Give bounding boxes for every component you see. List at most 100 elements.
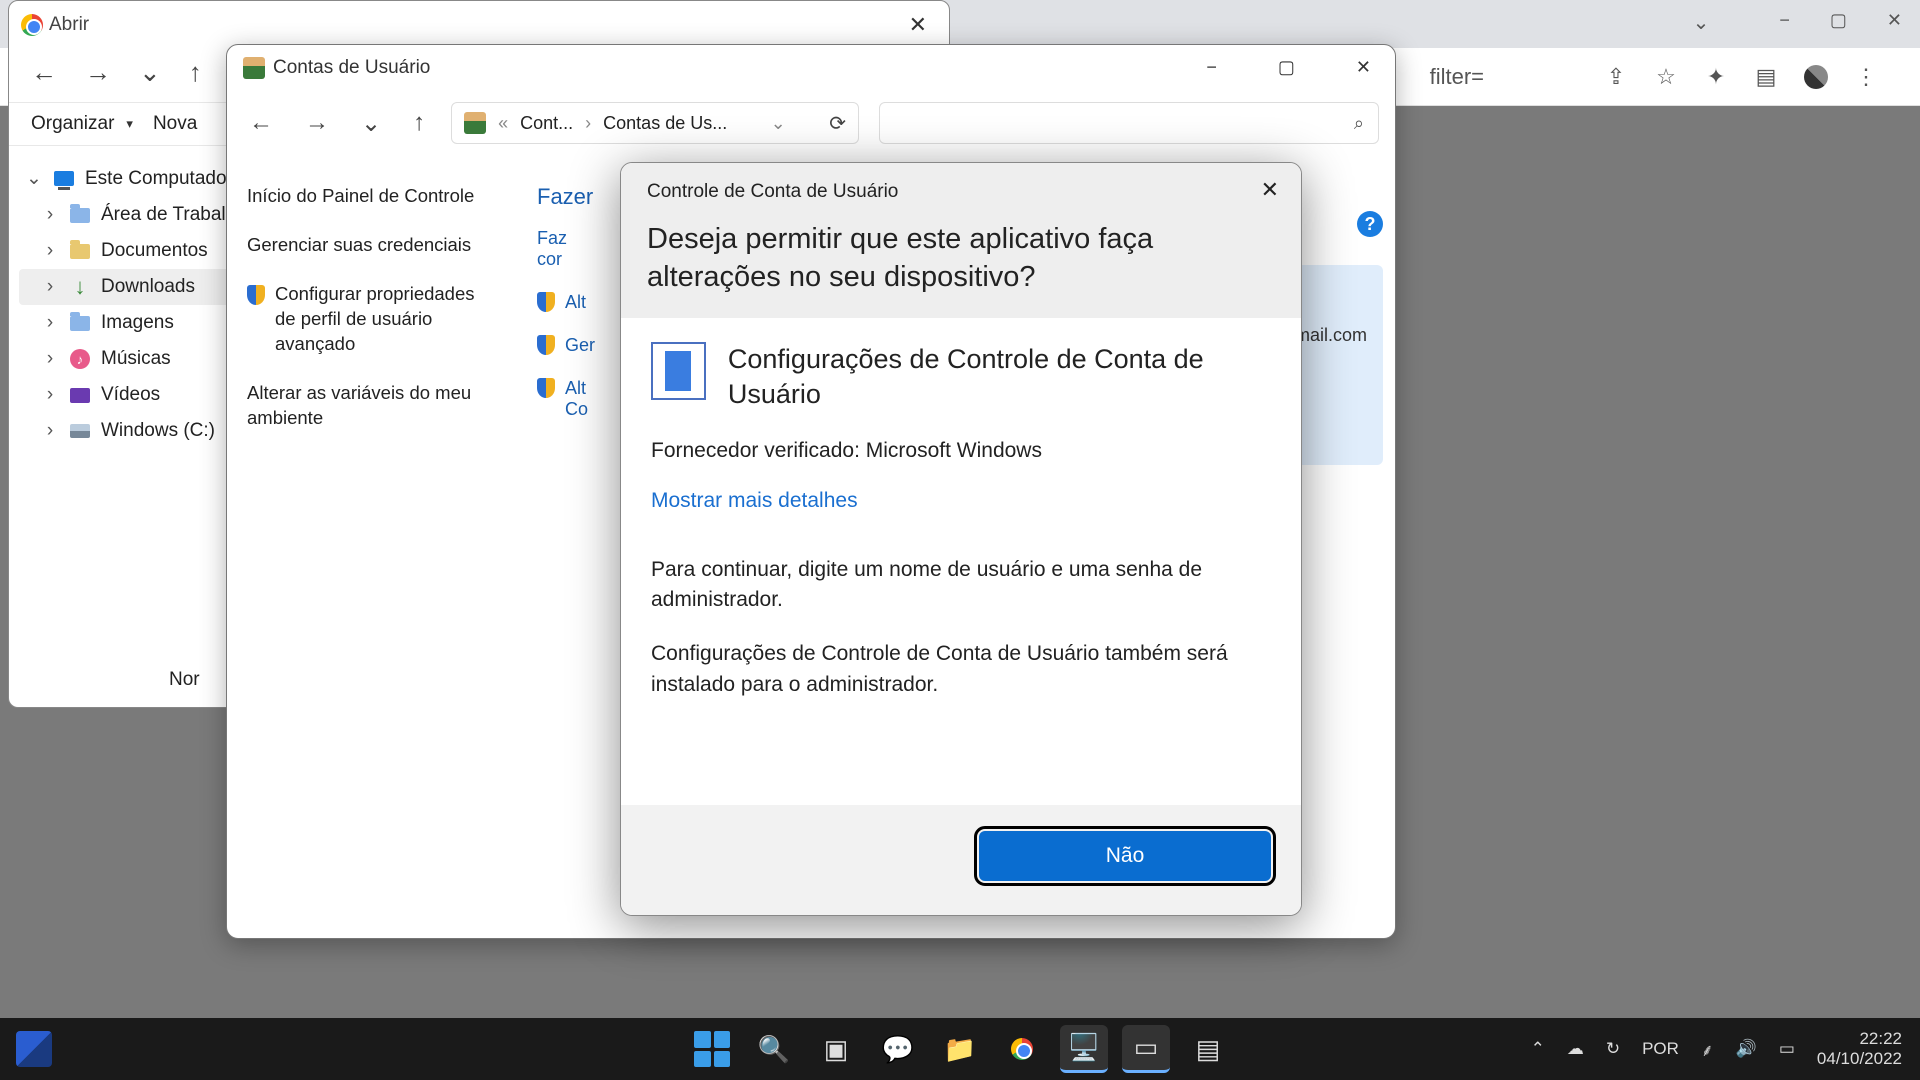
contas-maximize-button[interactable]: ▢ bbox=[1270, 57, 1303, 78]
breadcrumb-item-1[interactable]: Cont... bbox=[520, 113, 573, 134]
chrome-tab-chevron[interactable]: ⌄ bbox=[1693, 10, 1710, 35]
contas-recent-button[interactable]: ⌄ bbox=[355, 107, 387, 140]
taskbar-app-button-1[interactable]: ▭ bbox=[1122, 1025, 1170, 1073]
shield-icon bbox=[537, 292, 555, 312]
organize-button[interactable]: Organizar bbox=[31, 113, 114, 135]
tree-item-label: Área de Trabalh bbox=[101, 204, 236, 226]
tree-expand-icon[interactable]: › bbox=[41, 204, 59, 226]
tray-sync-icon[interactable]: ↻ bbox=[1606, 1039, 1620, 1059]
tree-item-label: Músicas bbox=[101, 348, 171, 370]
tree-item-label: Windows (C:) bbox=[101, 420, 215, 442]
taskbar-chat-button[interactable]: 💬 bbox=[874, 1025, 922, 1073]
contas-minimize-button[interactable]: − bbox=[1198, 57, 1225, 78]
taskbar-center: 🔍 ▣ 💬 📁 🖥️ ▭ ▤ bbox=[688, 1025, 1232, 1073]
extensions-icon[interactable]: ✦ bbox=[1704, 65, 1728, 89]
chrome-maximize-button[interactable]: ▢ bbox=[1830, 10, 1847, 35]
breadcrumb-item-2[interactable]: Contas de Us... bbox=[603, 113, 727, 134]
tray-wifi-icon[interactable]: ⸙ bbox=[1701, 1038, 1714, 1061]
tree-expand-icon[interactable]: › bbox=[41, 420, 59, 442]
chrome-menu-icon[interactable]: ⋮ bbox=[1854, 65, 1878, 89]
uac-vendor: Fornecedor verificado: Microsoft Windows bbox=[651, 439, 1271, 463]
tray-battery-icon[interactable]: ▭ bbox=[1779, 1039, 1795, 1059]
folder-blue-icon bbox=[69, 204, 91, 226]
breadcrumb-sep-icon: › bbox=[585, 113, 591, 134]
taskbar-app-button-2[interactable]: ▤ bbox=[1184, 1025, 1232, 1073]
video-icon bbox=[69, 384, 91, 406]
tree-item-label: Imagens bbox=[101, 312, 174, 334]
computer-icon bbox=[53, 168, 75, 190]
nav-back-button[interactable]: ← bbox=[31, 57, 57, 88]
profile-avatar[interactable] bbox=[1804, 65, 1828, 89]
tray-chevron-icon[interactable]: ⌃ bbox=[1531, 1039, 1545, 1059]
chrome-address-fragment[interactable]: filter= bbox=[1430, 64, 1484, 90]
taskbar-tray: ⌃ ☁ ↻ POR ⸙ 🔊 ▭ 22:22 04/10/2022 bbox=[1531, 1029, 1902, 1070]
sidebar-profile-link[interactable]: Configurar propriedades de perfil de usu… bbox=[247, 282, 497, 357]
tree-expand-icon[interactable]: ⌄ bbox=[25, 167, 43, 190]
breadcrumb-icon bbox=[464, 112, 486, 134]
sidebar-credentials-link[interactable]: Gerenciar suas credenciais bbox=[247, 233, 497, 258]
organize-caret-icon[interactable]: ▾ bbox=[126, 116, 133, 132]
folder-blue-icon bbox=[69, 312, 91, 334]
sidebar-home-link[interactable]: Início do Painel de Controle bbox=[247, 184, 497, 209]
contas-title: Contas de Usuário bbox=[273, 57, 430, 79]
taskbar-clock[interactable]: 22:22 04/10/2022 bbox=[1817, 1029, 1902, 1070]
chrome-toolbar-icons: ⇪ ☆ ✦ ▤ ⋮ bbox=[1604, 65, 1878, 89]
new-folder-button[interactable]: Nova bbox=[153, 113, 197, 135]
user-accounts-icon bbox=[243, 57, 265, 79]
chrome-logo-icon bbox=[21, 14, 43, 36]
contas-back-button[interactable]: ← bbox=[243, 107, 279, 139]
taskbar-date: 04/10/2022 bbox=[1817, 1049, 1902, 1069]
user-email-fragment: mail.com bbox=[1295, 325, 1367, 345]
nav-recent-button[interactable]: ⌄ bbox=[139, 57, 161, 88]
tray-cloud-icon[interactable]: ☁ bbox=[1567, 1039, 1584, 1059]
open-dialog-close-button[interactable]: ✕ bbox=[899, 12, 937, 38]
tree-expand-icon[interactable]: › bbox=[41, 312, 59, 334]
tray-language[interactable]: POR bbox=[1642, 1039, 1679, 1059]
uac-no-button[interactable]: Não bbox=[979, 831, 1271, 881]
contas-search-input[interactable]: ⌕ bbox=[879, 102, 1379, 144]
contas-forward-button[interactable]: → bbox=[299, 107, 335, 139]
tree-expand-icon[interactable]: › bbox=[41, 384, 59, 406]
taskbar-control-panel-button[interactable]: 🖥️ bbox=[1060, 1025, 1108, 1073]
uac-close-button[interactable]: ✕ bbox=[1253, 173, 1287, 207]
start-button[interactable] bbox=[688, 1025, 736, 1073]
contas-up-button[interactable]: ↑ bbox=[407, 107, 431, 139]
contas-breadcrumb[interactable]: « Cont... › Contas de Us... ⌄ ⟳ bbox=[451, 102, 859, 144]
sidebar-env-link[interactable]: Alterar as variáveis do meu ambiente bbox=[247, 381, 497, 431]
tree-item-label: Vídeos bbox=[101, 384, 160, 406]
taskbar-time: 22:22 bbox=[1817, 1029, 1902, 1049]
taskbar-widgets-button[interactable] bbox=[16, 1031, 52, 1067]
tree-expand-icon[interactable]: › bbox=[41, 348, 59, 370]
tree-item-label: Downloads bbox=[101, 276, 195, 298]
tree-item-label: Este Computado bbox=[85, 168, 227, 190]
tree-item-label: Documentos bbox=[101, 240, 208, 262]
contas-caption-buttons: − ▢ ✕ bbox=[1198, 57, 1379, 78]
contas-sidebar: Início do Painel de Controle Gerenciar s… bbox=[247, 170, 497, 442]
taskbar-explorer-button[interactable]: 📁 bbox=[936, 1025, 984, 1073]
uac-more-details-link[interactable]: Mostrar mais detalhes bbox=[651, 489, 858, 513]
chrome-minimize-button[interactable]: − bbox=[1779, 10, 1790, 35]
taskbar-taskview-button[interactable]: ▣ bbox=[812, 1025, 860, 1073]
tray-volume-icon[interactable]: 🔊 bbox=[1736, 1039, 1757, 1059]
uac-body: Configurações de Controle de Conta de Us… bbox=[621, 318, 1301, 805]
taskbar-chrome-button[interactable] bbox=[998, 1025, 1046, 1073]
uac-app-name: Configurações de Controle de Conta de Us… bbox=[728, 342, 1271, 412]
help-button[interactable]: ? bbox=[1357, 211, 1383, 237]
refresh-button[interactable]: ⟳ bbox=[829, 111, 846, 136]
nav-forward-button[interactable]: → bbox=[85, 57, 111, 88]
tree-expand-icon[interactable]: › bbox=[41, 276, 59, 298]
contas-close-button[interactable]: ✕ bbox=[1348, 57, 1379, 78]
contas-titlebar: Contas de Usuário − ▢ ✕ bbox=[227, 45, 1395, 90]
sidepanel-icon[interactable]: ▤ bbox=[1754, 65, 1778, 89]
tree-expand-icon[interactable]: › bbox=[41, 240, 59, 262]
drive-icon bbox=[69, 420, 91, 442]
shield-icon bbox=[537, 335, 555, 355]
nav-up-button[interactable]: ↑ bbox=[189, 57, 202, 88]
star-icon[interactable]: ☆ bbox=[1654, 65, 1678, 89]
contas-nav: ← → ⌄ ↑ « Cont... › Contas de Us... ⌄ ⟳ … bbox=[227, 90, 1395, 160]
taskbar-search-button[interactable]: 🔍 bbox=[750, 1025, 798, 1073]
breadcrumb-chevron-icon[interactable]: ⌄ bbox=[771, 113, 786, 134]
share-icon[interactable]: ⇪ bbox=[1604, 65, 1628, 89]
breadcrumb-sep: « bbox=[498, 113, 508, 134]
chrome-close-button[interactable]: ✕ bbox=[1887, 10, 1902, 35]
